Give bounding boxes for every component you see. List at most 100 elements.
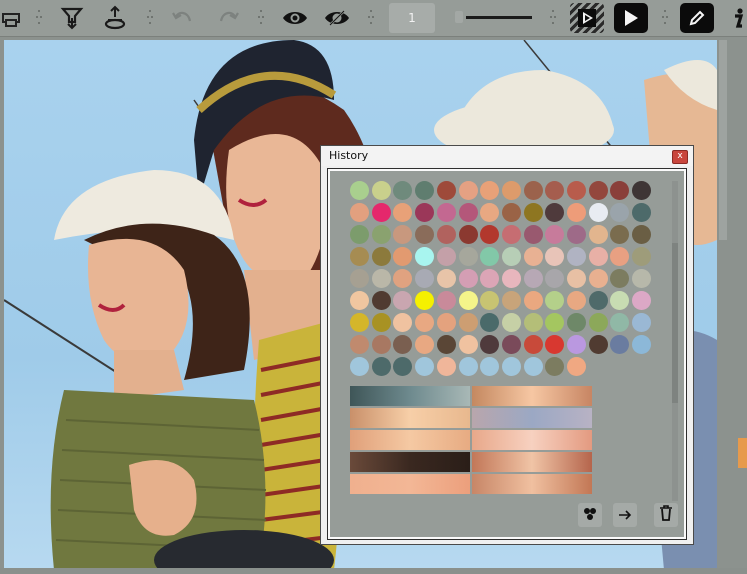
color-swatch[interactable]	[458, 181, 478, 200]
history-title-bar[interactable]: History x	[321, 146, 693, 166]
color-swatch[interactable]	[501, 269, 521, 288]
color-swatch[interactable]	[458, 357, 478, 376]
side-panel-marker[interactable]	[738, 438, 747, 468]
color-swatch[interactable]	[371, 313, 391, 332]
color-swatch[interactable]	[632, 203, 652, 222]
color-swatch[interactable]	[567, 225, 586, 244]
brush-size-stepper[interactable]: 1	[389, 3, 435, 33]
color-swatch[interactable]	[523, 335, 543, 354]
color-swatch[interactable]	[588, 181, 608, 200]
color-swatch[interactable]	[393, 357, 413, 376]
color-swatch[interactable]	[371, 291, 391, 310]
color-swatch[interactable]	[523, 291, 543, 310]
canvas-vertical-scrollbar[interactable]	[719, 40, 727, 240]
color-swatch[interactable]	[567, 203, 586, 222]
apply-button[interactable]	[613, 503, 637, 527]
color-swatch[interactable]	[501, 313, 521, 332]
color-swatch[interactable]	[480, 357, 500, 376]
color-swatch[interactable]	[567, 335, 586, 354]
color-swatch[interactable]	[610, 181, 630, 200]
color-swatch[interactable]	[393, 335, 413, 354]
color-swatch[interactable]	[393, 313, 413, 332]
palette-button[interactable]	[578, 503, 602, 527]
color-swatch[interactable]	[567, 357, 586, 376]
color-swatch[interactable]	[458, 313, 478, 332]
color-swatch[interactable]	[350, 181, 369, 200]
color-swatch[interactable]	[567, 181, 586, 200]
gradient-swatch[interactable]	[350, 408, 470, 428]
gradient-swatch[interactable]	[472, 452, 592, 472]
color-swatch[interactable]	[436, 335, 456, 354]
color-swatch[interactable]	[545, 225, 565, 244]
color-swatch[interactable]	[610, 225, 630, 244]
color-swatch[interactable]	[523, 313, 543, 332]
color-swatch[interactable]	[350, 225, 369, 244]
color-swatch[interactable]	[588, 335, 608, 354]
color-swatch[interactable]	[632, 247, 652, 266]
play-frame-icon[interactable]	[570, 3, 604, 33]
color-swatch[interactable]	[610, 291, 630, 310]
color-swatch[interactable]	[610, 247, 630, 266]
color-swatch[interactable]	[393, 269, 413, 288]
color-swatch[interactable]	[393, 291, 413, 310]
color-swatch[interactable]	[415, 203, 435, 222]
brush-size-slider[interactable]	[466, 16, 532, 19]
color-swatch[interactable]	[415, 357, 435, 376]
color-swatch[interactable]	[632, 335, 652, 354]
color-swatch[interactable]	[523, 357, 543, 376]
toolbar-grip[interactable]	[258, 8, 264, 28]
color-swatch[interactable]	[436, 357, 456, 376]
color-swatch[interactable]	[371, 269, 391, 288]
brush-size-slider-knob[interactable]	[455, 11, 463, 23]
color-swatch[interactable]	[371, 181, 391, 200]
color-swatch[interactable]	[480, 203, 500, 222]
color-swatch[interactable]	[632, 269, 652, 288]
color-swatch[interactable]	[415, 313, 435, 332]
color-swatch[interactable]	[501, 357, 521, 376]
color-swatch[interactable]	[393, 225, 413, 244]
color-swatch[interactable]	[458, 335, 478, 354]
color-swatch[interactable]	[480, 269, 500, 288]
color-swatch[interactable]	[393, 203, 413, 222]
color-swatch[interactable]	[480, 247, 500, 266]
color-swatch[interactable]	[588, 247, 608, 266]
funnel-up-icon[interactable]	[101, 4, 129, 32]
color-swatch[interactable]	[350, 313, 369, 332]
eye-icon[interactable]	[280, 4, 310, 32]
gradient-swatch[interactable]	[472, 474, 592, 494]
color-swatch[interactable]	[632, 181, 652, 200]
color-swatch[interactable]	[458, 247, 478, 266]
toolbar-grip[interactable]	[147, 8, 153, 28]
color-swatch[interactable]	[436, 203, 456, 222]
color-swatch[interactable]	[436, 225, 456, 244]
color-swatch[interactable]	[567, 247, 586, 266]
color-swatch[interactable]	[610, 269, 630, 288]
color-swatch[interactable]	[371, 335, 391, 354]
color-swatch[interactable]	[588, 291, 608, 310]
color-swatch[interactable]	[523, 181, 543, 200]
color-swatch[interactable]	[567, 313, 586, 332]
color-swatch[interactable]	[588, 313, 608, 332]
color-swatch[interactable]	[415, 269, 435, 288]
color-swatch[interactable]	[610, 203, 630, 222]
color-swatch[interactable]	[588, 225, 608, 244]
info-icon[interactable]	[728, 4, 747, 32]
color-swatch[interactable]	[415, 225, 435, 244]
funnel-down-icon[interactable]	[58, 4, 86, 32]
color-swatch[interactable]	[545, 335, 565, 354]
close-button[interactable]: x	[672, 150, 688, 164]
color-swatch[interactable]	[501, 203, 521, 222]
color-swatch[interactable]	[501, 335, 521, 354]
color-swatch[interactable]	[371, 247, 391, 266]
color-swatch[interactable]	[523, 269, 543, 288]
gradient-swatch[interactable]	[350, 474, 470, 494]
color-swatch[interactable]	[501, 247, 521, 266]
color-swatch[interactable]	[480, 335, 500, 354]
color-swatch[interactable]	[632, 225, 652, 244]
color-swatch[interactable]	[523, 203, 543, 222]
color-swatch[interactable]	[350, 247, 369, 266]
color-swatch[interactable]	[567, 291, 586, 310]
eye-slash-icon[interactable]	[322, 4, 352, 32]
color-swatch[interactable]	[415, 181, 435, 200]
color-swatch[interactable]	[371, 357, 391, 376]
